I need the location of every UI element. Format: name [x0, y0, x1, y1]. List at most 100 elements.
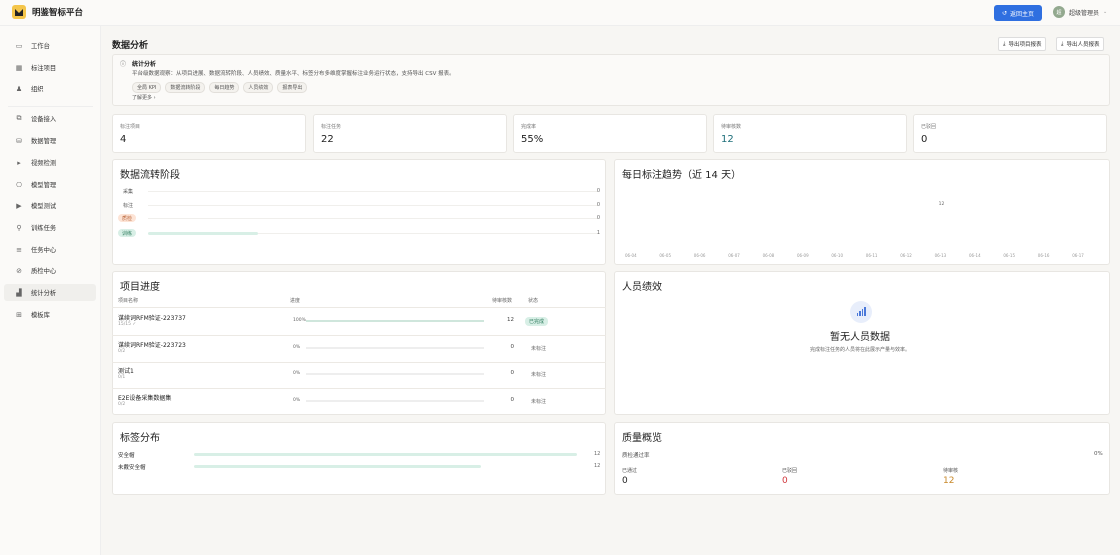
flow-title: 数据流转阶段 [120, 170, 180, 181]
stat-card: 标注项目 4 [112, 114, 306, 153]
download-icon: ⤓ [1061, 40, 1064, 47]
project-name[interactable]: 谋续词RFM验证-223723 [118, 340, 186, 349]
empty-description: 完成标注任务的人员将在此展示产量与效率。 [809, 347, 910, 353]
info-tag: 报表导出 [277, 82, 308, 93]
project-sub: 0/1 [118, 375, 126, 380]
label-name: 安全帽 [118, 453, 135, 459]
sidebar-item-7[interactable]: ▶ 模型测试 [4, 197, 96, 214]
sidebar-item-0[interactable]: ▭ 工作台 [4, 37, 96, 54]
label-bar [194, 453, 577, 456]
sidebar-item-3[interactable]: ⧉ 设备接入 [4, 110, 96, 127]
status-badge: 未标注 [531, 346, 547, 352]
trend-date-label: 06-17 [1072, 253, 1084, 258]
progress-percent: 100% [293, 318, 306, 323]
stat-label: 标注项目 [120, 124, 141, 130]
status-badge: 未标注 [531, 372, 547, 378]
quality-item-label: 已驳回 [782, 468, 798, 474]
flow-stage-row: 训练 1 [118, 229, 600, 239]
sidebar-item-4[interactable]: ⛁ 数据管理 [4, 132, 96, 149]
flow-count: 0 [596, 215, 600, 221]
sidebar-item-label: 训练任务 [31, 225, 57, 232]
quality-rate-label: 质检通过率 [622, 453, 650, 459]
sidebar-item-5[interactable]: ▸ 视频检测 [4, 154, 96, 171]
sidebar-item-2[interactable]: ♟ 组织 [4, 80, 96, 97]
stat-label: 完成率 [521, 124, 537, 130]
trend-date-label: 06-09 [797, 253, 809, 258]
flow-track [148, 191, 598, 192]
project-name[interactable]: 谋续词RFM验证-223737 [118, 313, 186, 322]
progress-title: 项目进度 [120, 282, 160, 293]
user-menu[interactable]: 超 超级管理员 ⌄ [1053, 6, 1107, 18]
label-bar [194, 465, 482, 468]
flow-stage-row: 质检 0 [118, 214, 600, 224]
sidebar-item-1[interactable]: ▦ 标注项目 [4, 59, 96, 76]
stat-card: 标注任务 22 [313, 114, 507, 153]
sidebar-item-label: 任务中心 [31, 247, 57, 254]
col-header-progress: 进度 [290, 298, 301, 304]
row-divider [112, 362, 606, 363]
sidebar-item-9[interactable]: ≡ 任务中心 [4, 241, 96, 258]
info-circle-icon: ⓘ [120, 61, 127, 68]
project-sub: 0/2 [118, 402, 126, 407]
trend-date-label: 06-12 [900, 253, 912, 258]
sidebar-item-12[interactable]: ⊞ 模板库 [4, 306, 96, 323]
info-tag: 数据流转阶段 [165, 82, 206, 93]
info-tag: 全局 KPI [132, 82, 162, 93]
project-name[interactable]: 测试1 [118, 366, 134, 375]
trend-date-label: 06-10 [831, 253, 844, 258]
sidebar-item-8[interactable]: ⚲ 训练任务 [4, 219, 96, 236]
export-people-button[interactable]: ⤓ 导出人员报表 [1056, 37, 1105, 51]
flow-count: 0 [596, 202, 600, 208]
flow-count: 0 [596, 188, 600, 194]
sidebar-item-label: 数据管理 [31, 138, 57, 145]
info-tag: 每日趋势 [209, 82, 240, 93]
project-sub: 15/15 ✓ [118, 322, 137, 327]
export-project-button[interactable]: ⤓ 导出项目报表 [998, 37, 1047, 51]
sidebar-item-label: 工作台 [31, 43, 50, 50]
project-name[interactable]: E2E设备采集数据集 [118, 393, 171, 402]
stat-value: 0 [921, 134, 928, 145]
learn-more-link[interactable]: 了解更多 › [132, 94, 156, 101]
trend-date-label: 06-05 [659, 253, 672, 258]
progress-percent: 0% [293, 398, 301, 403]
page-title: 数据分析 [112, 41, 149, 51]
label-name: 未戴安全帽 [118, 465, 146, 471]
brand[interactable]: 明鉴智标平台 [12, 5, 83, 19]
back-home-button[interactable]: ↺ 返回主页 [994, 5, 1042, 21]
test-icon: ▶ [16, 201, 22, 210]
sidebar-item-10[interactable]: ⊘ 质检中心 [4, 262, 96, 279]
quality-item-value: 12 [943, 476, 955, 486]
pending-count: 0 [510, 344, 515, 350]
people-panel: 人员绩效 [614, 271, 1110, 415]
export-project-label: 导出项目报表 [1008, 42, 1042, 48]
row-divider [112, 335, 606, 336]
progress-percent: 0% [293, 371, 301, 376]
stat-label: 标注任务 [321, 124, 342, 130]
quality-panel: 质量概览 [614, 422, 1110, 495]
flow-panel: 数据流转阶段 [112, 159, 606, 265]
sidebar-item-11[interactable]: ▟ 统计分析 [4, 284, 96, 301]
sidebar-item-6[interactable]: ⎔ 模型管理 [4, 176, 96, 193]
return-icon: ↺ [1001, 9, 1007, 17]
sidebar-item-label: 视频检测 [31, 160, 57, 167]
brand-logo-icon [12, 5, 26, 19]
trend-date-label: 06-15 [1003, 253, 1016, 258]
info-box: ⓘ 统计分析 平台级数据观察：从项目进展、数据流转阶段、人员绩效、质量水平、标签… [112, 54, 1110, 106]
download-icon: ⤓ [1003, 40, 1006, 47]
info-tags: 全局 KPI 数据流转阶段 每日趋势 人员绩效 报表导出 [132, 82, 308, 93]
flow-bar [148, 232, 258, 235]
sidebar-divider [8, 106, 93, 107]
col-header-pending: 待审核数 [492, 298, 513, 304]
flow-stage-pill: 训练 [118, 229, 137, 237]
project-sub: 0/2 [118, 349, 126, 354]
stat-value: 12 [721, 134, 734, 145]
pending-count: 0 [510, 370, 515, 376]
task-icon: ⚲ [16, 223, 22, 232]
stat-label: 待审核数 [721, 124, 742, 130]
quality-item-value: 0 [782, 476, 788, 486]
bar-chart-icon [850, 301, 872, 323]
top-bar: 明鉴智标平台 ↺ 返回主页 超 超级管理员 ⌄ [0, 0, 1120, 26]
database-icon: ⛁ [16, 136, 22, 145]
trend-title: 每日标注趋势（近 14 天） [622, 170, 742, 181]
sidebar-item-label: 模型测试 [31, 203, 57, 210]
